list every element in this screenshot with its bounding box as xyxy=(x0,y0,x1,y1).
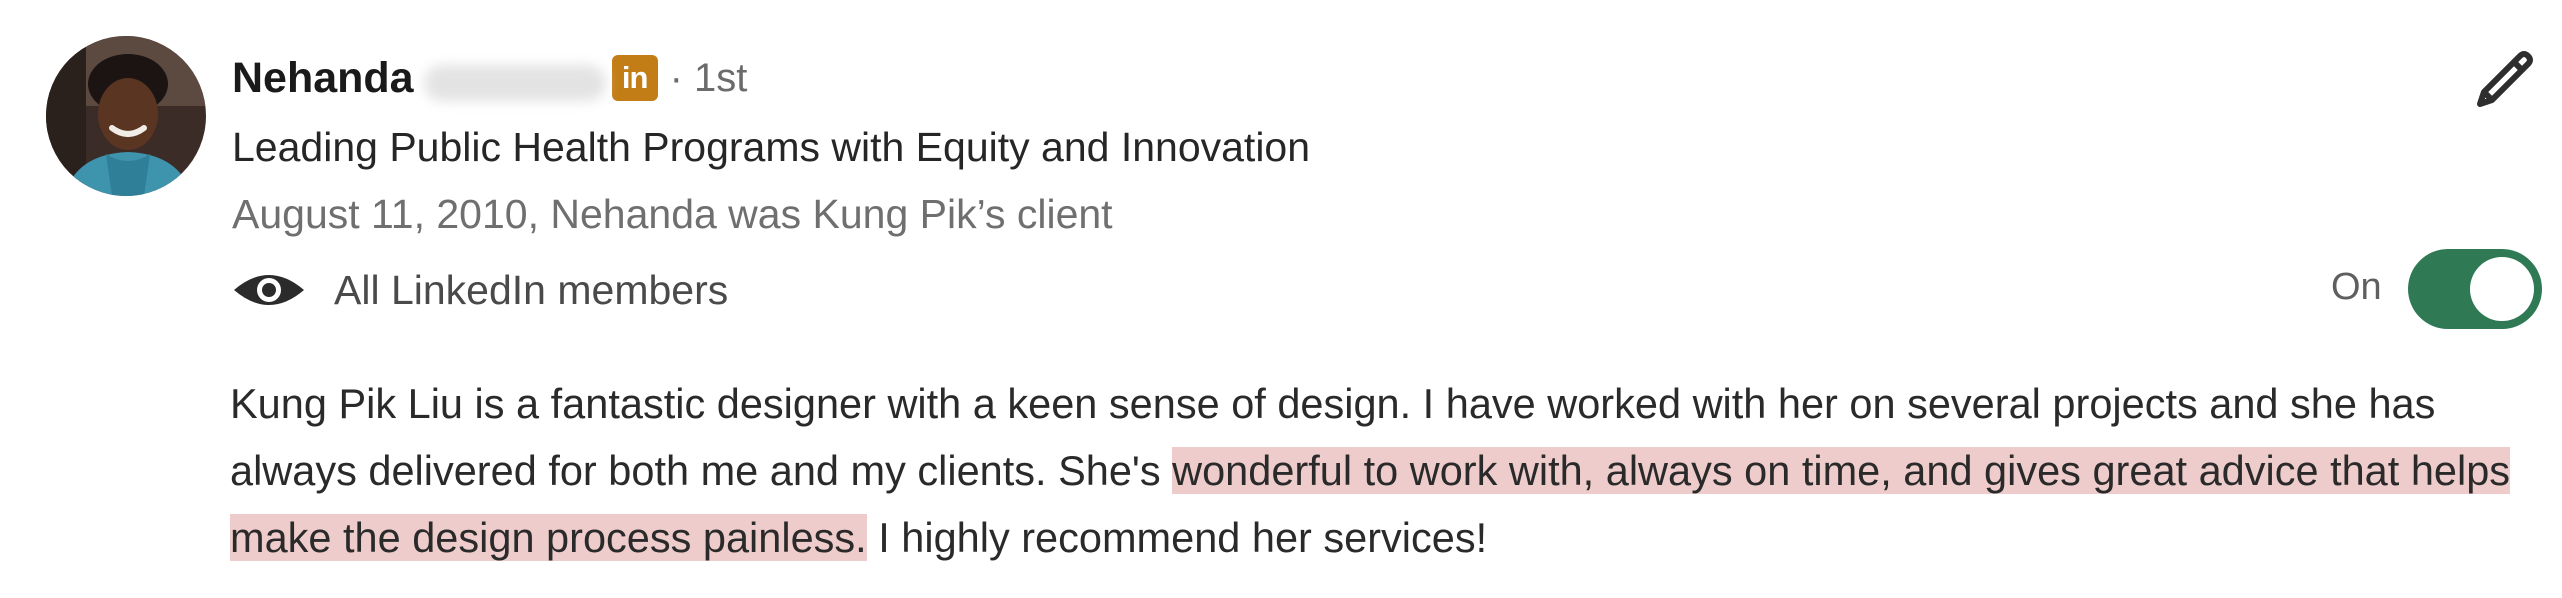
profile-photo xyxy=(46,36,206,196)
pencil-icon[interactable] xyxy=(2470,44,2540,114)
recommender-name[interactable]: Nehanda xyxy=(232,54,414,103)
visibility-setting: All LinkedIn members xyxy=(232,262,728,318)
connection-degree: · 1st xyxy=(669,55,748,100)
recommendation-text-part2: I highly recommend her services! xyxy=(866,514,1488,561)
recommender-name-row: Nehanda in · 1st xyxy=(232,48,747,108)
recommendation-text: Kung Pik Liu is a fantastic designer wit… xyxy=(230,370,2540,571)
avatar[interactable] xyxy=(46,36,206,196)
linkedin-logo-icon: in xyxy=(611,55,658,101)
redacted-surname xyxy=(423,65,606,101)
visibility-toggle[interactable] xyxy=(2408,249,2542,329)
recommendation-meta: August 11, 2010, Nehanda was Kung Pik’s … xyxy=(232,191,1113,237)
recommender-headline: Leading Public Health Programs with Equi… xyxy=(232,124,1311,170)
eye-icon xyxy=(234,275,304,305)
toggle-state-label: On xyxy=(2331,266,2382,308)
visibility-label: All LinkedIn members xyxy=(334,266,729,313)
toggle-knob xyxy=(2470,257,2534,321)
